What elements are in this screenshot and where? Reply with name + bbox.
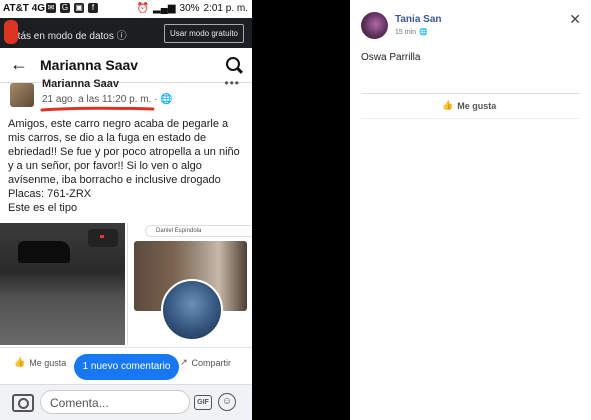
share-icon: ↗ — [180, 357, 188, 367]
search-icon[interactable] — [226, 57, 240, 71]
comment-text: Oswa Parrilla — [361, 52, 421, 63]
new-comments-pill[interactable]: 1 nuevo comentario — [74, 354, 179, 380]
page-header: ← Marianna Saav — [0, 48, 252, 83]
more-options-icon[interactable]: ••• — [224, 76, 240, 90]
globe-icon: 🌐 — [419, 29, 428, 36]
phone-screenshot: AT&T 4G ✉ G ▣ f ⏰ ▂▄▆ 30% 2:01 p. m. Est… — [0, 0, 252, 420]
notification-icon: ▣ — [74, 3, 84, 13]
post-line: avísenme, iba borracho e inclusive droga… — [8, 174, 221, 186]
signal-icon: ▂▄▆ — [153, 3, 176, 14]
comment-card: Tania San 15 min 🌐 ✕ Oswa Parrilla 👍 Me … — [350, 0, 591, 420]
avatar[interactable] — [10, 83, 34, 107]
help-icon[interactable]: ⓘ — [117, 31, 127, 42]
globe-icon: 🌐 — [160, 94, 173, 105]
photo-search-bar: Daniel Espíndola — [145, 225, 252, 237]
profile-screenshot-photo[interactable]: Daniel Espíndola — [127, 223, 252, 345]
battery-label: 30% — [179, 3, 200, 14]
comment-input[interactable]: Comenta... — [40, 390, 190, 414]
post-line: Amigos, este carro negro acaba de pegarl… — [8, 118, 229, 130]
close-icon[interactable]: ✕ — [569, 11, 581, 28]
data-mode-text: Estás en modo de datos ⓘ — [6, 31, 127, 42]
page-title: Marianna Saav — [40, 57, 139, 73]
post-timestamp[interactable]: 21 ago. a las 11:20 p. m. · 🌐 — [42, 94, 173, 105]
facebook-icon: f — [88, 3, 98, 13]
status-bar: AT&T 4G ✉ G ▣ f ⏰ ▂▄▆ 30% 2:01 p. m. — [0, 0, 252, 18]
status-right: ⏰ ▂▄▆ 30% 2:01 p. m. — [137, 3, 248, 14]
data-mode-bar: Estás en modo de datos ⓘ Usar modo gratu… — [0, 18, 252, 48]
divider — [361, 118, 580, 119]
black-car-shape — [18, 241, 70, 263]
post-author[interactable]: Marianna Saav — [42, 78, 119, 90]
notification-icons: ✉ G ▣ f — [46, 3, 98, 13]
comment-timestamp: 15 min 🌐 — [395, 28, 428, 37]
comment-composer: Comenta... GIF ☺ — [0, 384, 252, 420]
avatar[interactable] — [361, 12, 388, 39]
red-highlight-mark — [4, 20, 18, 44]
share-button[interactable]: ↗ Compartir — [180, 357, 231, 368]
back-arrow-icon[interactable]: ← — [10, 54, 28, 75]
car-shape — [88, 229, 118, 247]
like-button[interactable]: 👍 Me gusta — [14, 357, 66, 368]
post-line: y a un señor, por favor!! Si lo ven o al… — [8, 160, 202, 172]
gif-icon[interactable]: GIF — [194, 395, 212, 410]
alarm-icon: ⏰ — [136, 3, 150, 14]
clock: 2:01 p. m. — [203, 3, 248, 14]
comment-author[interactable]: Tania San — [395, 14, 442, 25]
taillight-shape — [100, 235, 104, 238]
emoji-icon[interactable]: ☺ — [218, 393, 236, 411]
camera-icon[interactable] — [12, 394, 34, 412]
post-line: Este es el tipo — [8, 202, 78, 214]
divider — [361, 93, 580, 94]
profile-picture — [161, 279, 223, 341]
post-line: ebriedad!! Se fue y por poco atropella a… — [8, 146, 240, 158]
notification-icon: G — [60, 3, 70, 13]
free-mode-button[interactable]: Usar modo gratuito — [163, 24, 244, 43]
car-photo[interactable] — [0, 223, 125, 345]
post-line: Placas: 761-ZRX — [8, 188, 92, 200]
post-text: Amigos, este carro negro acaba de pegarl… — [8, 117, 248, 215]
notification-icon: ✉ — [46, 3, 56, 13]
thumbs-up-icon: 👍 — [442, 100, 454, 110]
like-button[interactable]: 👍 Me gusta — [442, 100, 496, 111]
carrier-label: AT&T 4G — [3, 3, 46, 14]
red-underline-mark — [40, 106, 155, 112]
post-line: mis carros, se dio a la fuga en estado d… — [8, 132, 207, 144]
thumbs-up-icon: 👍 — [14, 357, 26, 367]
